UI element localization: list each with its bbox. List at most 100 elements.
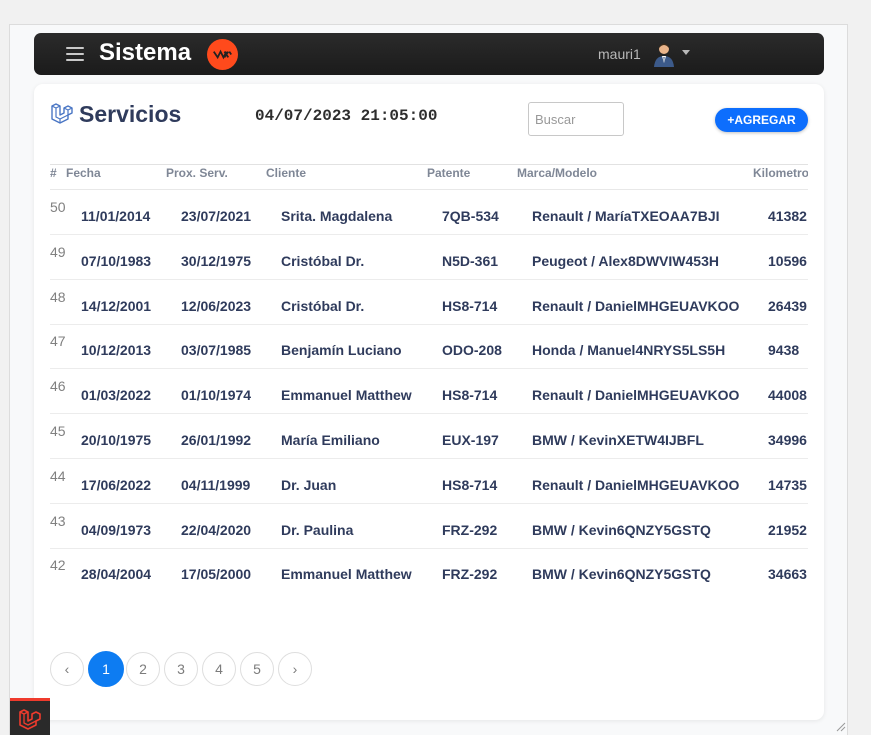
row-kilometro: 14735 [768,476,807,493]
row-patente: HS8-714 [442,476,498,493]
page-button-3[interactable]: 3 [164,652,198,686]
row-marca-modelo: Renault / MaríaTXEOAA7BJI [532,208,720,224]
page-button-2[interactable]: 2 [126,652,160,686]
row-number: 47 [50,333,66,350]
row-kilometro: 34996 [768,432,807,448]
row-kilometro: 21952 [768,521,807,538]
page-button-1[interactable]: 1 [88,651,124,687]
table-row[interactable]: 42 28/04/2004 17/05/2000 Emmanuel Matthew FR… [50,547,808,590]
row-prox-serv: 03/07/1985 [181,342,252,359]
row-marca-modelo: Renault / DanielMHGEUAVKOO [532,297,740,314]
row-marca-modelo: Renault / DanielMHGEUAVKOO [532,476,740,493]
user-name[interactable]: mauri1 [598,46,641,62]
page-prev-button[interactable]: ‹ [50,652,84,686]
row-prox-serv: 23/07/2021 [181,208,252,224]
row-fecha: 07/10/1983 [81,252,152,269]
row-number: 43 [50,512,66,529]
column-header-number[interactable]: # [50,166,57,180]
services-table: # Fecha Prox. Serv. Cliente Patente Marc… [50,164,808,590]
table-row[interactable]: 48 14/12/2001 12/06/2023 Cristóbal Dr. HS8-7… [50,279,808,325]
row-fecha: 20/10/1975 [81,432,152,448]
row-prox-serv: 17/05/2000 [181,566,252,583]
table-row[interactable]: 43 04/09/1973 22/04/2020 Dr. Paulina FRZ-292… [50,503,808,549]
user-avatar-icon[interactable] [651,41,677,67]
add-button[interactable]: +AGREGAR [715,108,808,132]
search-input[interactable] [528,102,624,136]
row-marca-modelo: Honda / Manuel4NRYS5LS5H [532,342,726,359]
row-cliente: Dr. Paulina [281,521,354,538]
table-row[interactable]: 44 17/06/2022 04/11/1999 Dr. Juan HS8-714 Ren… [50,458,808,504]
row-patente: ODO-208 [442,342,502,359]
page-button-4[interactable]: 4 [202,652,236,686]
row-patente: EUX-197 [442,432,499,448]
row-fecha: 17/06/2022 [81,476,152,493]
table-row[interactable]: 47 10/12/2013 03/07/1985 Benjamín Luciano OD… [50,323,808,370]
row-number: 48 [50,288,66,305]
row-patente: FRZ-292 [442,521,498,538]
services-card: Servicios 04/07/2023 21:05:00 +AGREGAR #… [34,84,824,720]
row-prox-serv: 12/06/2023 [181,297,252,314]
row-patente: FRZ-292 [442,566,498,583]
row-number: 49 [50,243,66,260]
table-row[interactable]: 49 07/10/1983 30/12/1975 Cristóbal Dr. N5D-3… [50,234,808,280]
row-prox-serv: 01/10/1974 [181,387,252,404]
row-kilometro: 26439 [768,297,807,314]
column-header-patente[interactable]: Patente [427,166,470,180]
row-marca-modelo: Renault / DanielMHGEUAVKOO [532,387,740,404]
row-patente: HS8-714 [442,387,498,404]
column-header-marca-modelo[interactable]: Marca/Modelo [517,166,597,180]
framework-badge[interactable] [10,698,50,735]
row-marca-modelo: BMW / Kevin6QNZY5GSTQ [532,566,711,583]
row-fecha: 04/09/1973 [81,521,152,538]
row-cliente: Cristóbal Dr. [281,297,365,314]
row-cliente: Emmanuel Matthew [281,566,412,583]
top-navbar: Sistema mauri1 [34,33,824,75]
table-row[interactable]: 45 20/10/1975 26/01/1992 María Emiliano EUX-… [50,413,808,459]
row-kilometro: 9438 [768,342,800,359]
row-cliente: Cristóbal Dr. [281,252,365,269]
page-next-button[interactable]: › [278,652,312,686]
page-button-5[interactable]: 5 [240,652,274,686]
row-marca-modelo: BMW / Kevin6QNZY5GSTQ [532,521,711,538]
row-patente: 7QB-534 [442,208,499,224]
hamburger-icon[interactable] [66,47,84,61]
row-fecha: 14/12/2001 [81,297,152,314]
row-cliente: Emmanuel Matthew [281,387,412,404]
row-fecha: 01/03/2022 [81,387,152,404]
row-cliente: María Emiliano [281,432,380,448]
row-fecha: 11/01/2014 [81,208,151,224]
row-marca-modelo: BMW / KevinXETW4IJBFL [532,432,704,448]
row-fecha: 28/04/2004 [81,566,152,583]
resize-handle-icon[interactable] [834,720,846,732]
row-number: 50 [50,199,66,215]
row-kilometro: 10596 [768,252,807,269]
table-header: # Fecha Prox. Serv. Cliente Patente Marc… [50,164,808,190]
row-prox-serv: 30/12/1975 [181,252,252,269]
row-number: 44 [50,467,66,484]
row-marca-modelo: Peugeot / Alex8DWVIW453H [532,252,719,269]
row-prox-serv: 04/11/1999 [181,476,251,493]
row-cliente: Benjamín Luciano [281,342,402,359]
laravel-badge-icon [19,709,41,730]
row-number: 42 [50,557,66,574]
column-header-fecha[interactable]: Fecha [66,166,101,180]
column-header-kilometro[interactable]: Kilometro [753,166,808,180]
row-prox-serv: 26/01/1992 [181,432,252,448]
row-kilometro: 44008 [768,387,807,404]
row-number: 46 [50,378,66,395]
column-header-cliente[interactable]: Cliente [266,166,306,180]
row-cliente: Srita. Magdalena [281,208,393,224]
row-prox-serv: 22/04/2020 [181,521,252,538]
row-patente: N5D-361 [442,252,499,269]
row-kilometro: 41382 [768,208,807,224]
user-menu-caret-icon[interactable] [682,50,690,55]
laravel-icon [51,103,73,124]
table-row[interactable]: 50 11/01/2014 23/07/2021 Srita. Magdalena 7Q… [50,189,808,235]
row-fecha: 10/12/2013 [81,342,152,359]
table-row[interactable]: 46 01/03/2022 01/10/1974 Emmanuel Matthew HS… [50,368,808,415]
column-header-prox-serv[interactable]: Prox. Serv. [166,166,228,180]
page-title: Servicios [79,101,182,127]
row-cliente: Dr. Juan [281,476,337,493]
current-datetime: 04/07/2023 21:05:00 [255,107,438,125]
brand-title[interactable]: Sistema [99,39,191,67]
